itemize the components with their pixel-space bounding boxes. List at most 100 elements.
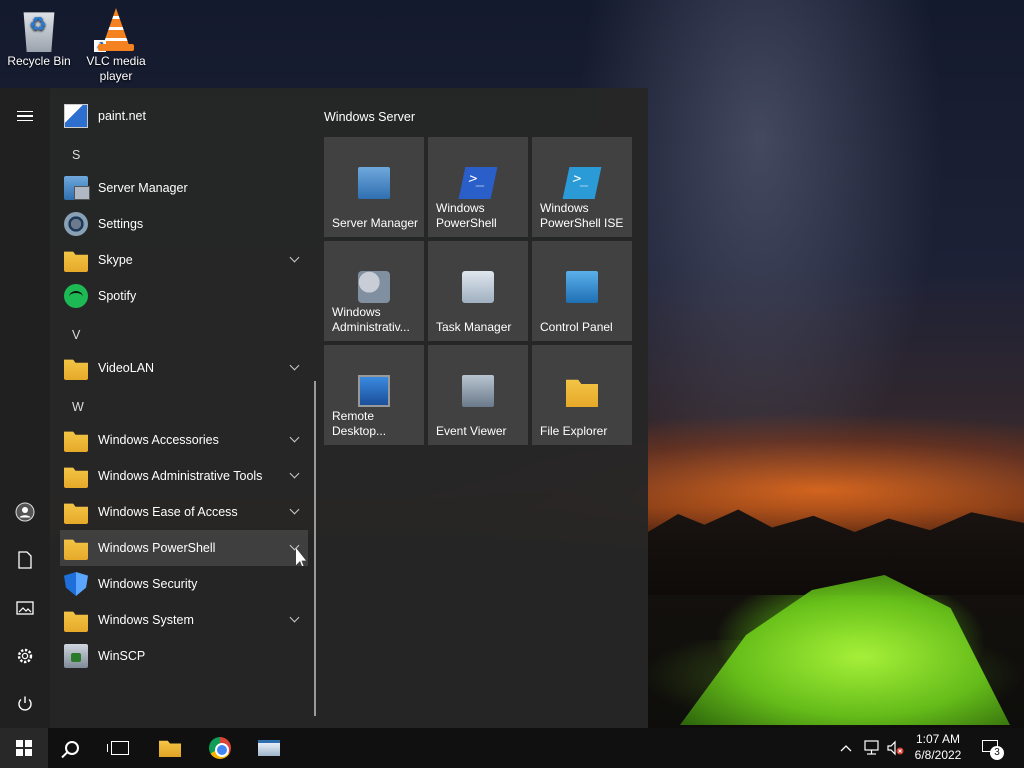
folder-icon bbox=[566, 379, 598, 407]
server-manager-icon bbox=[358, 167, 390, 199]
tile-label: Windows PowerShell ISE bbox=[540, 201, 624, 230]
tile-windows-powershell[interactable]: Windows PowerShell bbox=[428, 137, 528, 237]
task-manager-icon bbox=[462, 271, 494, 303]
taskbar-file-explorer[interactable] bbox=[146, 728, 194, 768]
app-item-label: Windows Administrative Tools bbox=[98, 469, 263, 483]
folder-icon bbox=[64, 359, 88, 380]
app-item-settings[interactable]: Settings bbox=[60, 206, 308, 242]
user-icon[interactable] bbox=[0, 490, 50, 534]
chevron-down-icon[interactable] bbox=[289, 252, 300, 263]
tile-label: Windows PowerShell bbox=[436, 201, 497, 230]
network-icon bbox=[864, 740, 879, 755]
search-icon bbox=[65, 741, 79, 755]
app-item-label: WinSCP bbox=[98, 649, 146, 663]
app-item-label: VideoLAN bbox=[98, 361, 155, 375]
winscp-icon bbox=[64, 644, 88, 668]
app-item-label: Spotify bbox=[98, 289, 137, 303]
tile-windows-powershell-ise[interactable]: Windows PowerShell ISE bbox=[532, 137, 632, 237]
desktop-icon-label: Recycle Bin bbox=[7, 54, 71, 68]
file-explorer-icon bbox=[159, 740, 181, 757]
shield-icon bbox=[64, 572, 88, 596]
chevron-down-icon[interactable] bbox=[289, 612, 300, 623]
tile-server-manager[interactable]: Server Manager bbox=[324, 137, 424, 237]
app-item-skype[interactable]: Skype bbox=[60, 242, 308, 278]
server-manager-icon bbox=[258, 740, 280, 756]
tile-file-explorer[interactable]: File Explorer bbox=[532, 345, 632, 445]
power-icon[interactable] bbox=[0, 682, 50, 726]
app-item-label: Server Manager bbox=[98, 181, 188, 195]
app-item-windows-accessories[interactable]: Windows Accessories bbox=[60, 422, 308, 458]
desktop-icon-label: VLC media player bbox=[86, 54, 146, 83]
app-item-label: Windows System bbox=[98, 613, 194, 627]
tile-remote-desktop[interactable]: Remote Desktop... bbox=[324, 345, 424, 445]
taskbar-server-manager[interactable] bbox=[245, 728, 293, 768]
show-hidden-icons-button[interactable] bbox=[836, 728, 856, 768]
app-item-server-manager[interactable]: Server Manager bbox=[60, 170, 308, 206]
start-rail bbox=[0, 88, 50, 728]
tile-label: Control Panel bbox=[540, 320, 613, 334]
app-item-windows-administrative-tools[interactable]: Windows Administrative Tools bbox=[60, 458, 308, 494]
alpha-header-s[interactable]: S bbox=[72, 148, 80, 162]
folder-icon bbox=[64, 251, 88, 272]
alpha-header-v[interactable]: V bbox=[72, 328, 80, 342]
desktop-icon-recycle-bin[interactable]: Recycle Bin bbox=[2, 2, 76, 69]
app-item-label: Settings bbox=[98, 217, 144, 231]
app-list: paint.net S Server Manager Settings Skyp… bbox=[58, 88, 308, 728]
app-item-label: Windows PowerShell bbox=[98, 541, 216, 555]
app-item-windows-ease-of-access[interactable]: Windows Ease of Access bbox=[60, 494, 308, 530]
app-item-label: Windows Accessories bbox=[98, 433, 219, 447]
chevron-down-icon[interactable] bbox=[289, 432, 300, 443]
powershell-ise-icon bbox=[562, 167, 602, 199]
tile-group-title[interactable]: Windows Server bbox=[324, 110, 415, 124]
folder-icon bbox=[64, 611, 88, 632]
tile-label: Remote Desktop... bbox=[332, 409, 387, 438]
chrome-icon bbox=[209, 737, 231, 759]
alpha-header-w[interactable]: W bbox=[72, 400, 84, 414]
taskbar-chrome[interactable] bbox=[196, 728, 244, 768]
network-tray-button[interactable] bbox=[860, 728, 882, 768]
remote-desktop-icon bbox=[358, 375, 390, 407]
search-button[interactable] bbox=[48, 728, 96, 768]
action-center-button[interactable]: 3 bbox=[980, 736, 1004, 760]
chevron-down-icon[interactable] bbox=[289, 360, 300, 371]
gear-icon[interactable] bbox=[0, 634, 50, 678]
notification-count-badge: 3 bbox=[990, 746, 1004, 760]
app-item-spotify[interactable]: Spotify bbox=[60, 278, 308, 314]
folder-icon bbox=[64, 431, 88, 452]
document-icon[interactable] bbox=[0, 538, 50, 582]
chevron-down-icon[interactable] bbox=[289, 504, 300, 515]
gear-icon bbox=[64, 212, 88, 236]
powershell-icon bbox=[458, 167, 498, 199]
tile-control-panel[interactable]: Control Panel bbox=[532, 241, 632, 341]
app-item-windows-system[interactable]: Windows System bbox=[60, 602, 308, 638]
tile-task-manager[interactable]: Task Manager bbox=[428, 241, 528, 341]
chevron-down-icon[interactable] bbox=[289, 540, 300, 551]
tile-label: Task Manager bbox=[436, 320, 512, 334]
task-view-icon bbox=[107, 741, 129, 755]
event-viewer-icon bbox=[462, 375, 494, 407]
recycle-bin-icon bbox=[23, 12, 55, 52]
folder-icon bbox=[64, 539, 88, 560]
pictures-icon[interactable] bbox=[0, 586, 50, 630]
app-item-label: paint.net bbox=[98, 109, 146, 123]
tile-event-viewer[interactable]: Event Viewer bbox=[428, 345, 528, 445]
app-list-scrollbar[interactable] bbox=[314, 381, 316, 716]
tile-label: Event Viewer bbox=[436, 424, 507, 438]
app-item-paintnet[interactable]: paint.net bbox=[60, 98, 308, 134]
hamburger-icon[interactable] bbox=[0, 94, 50, 138]
tile-windows-administrative-tools[interactable]: Windows Administrativ... bbox=[324, 241, 424, 341]
start-menu: paint.net S Server Manager Settings Skyp… bbox=[0, 88, 648, 728]
app-item-windows-security[interactable]: Windows Security bbox=[60, 566, 308, 602]
tile-label: File Explorer bbox=[540, 424, 608, 438]
folder-icon bbox=[64, 503, 88, 524]
app-item-videolan[interactable]: VideoLAN bbox=[60, 350, 308, 386]
start-button[interactable] bbox=[0, 728, 48, 768]
task-view-button[interactable] bbox=[96, 728, 144, 768]
taskbar-clock[interactable]: 1:07 AM 6/8/2022 bbox=[902, 731, 974, 763]
desktop-icon-vlc[interactable]: ↗ VLC media player bbox=[79, 2, 153, 84]
app-item-windows-powershell[interactable]: Windows PowerShell bbox=[60, 530, 308, 566]
paintnet-icon bbox=[64, 104, 88, 128]
shortcut-arrow-icon: ↗ bbox=[94, 40, 106, 52]
app-item-winscp[interactable]: WinSCP bbox=[60, 638, 308, 674]
chevron-down-icon[interactable] bbox=[289, 468, 300, 479]
